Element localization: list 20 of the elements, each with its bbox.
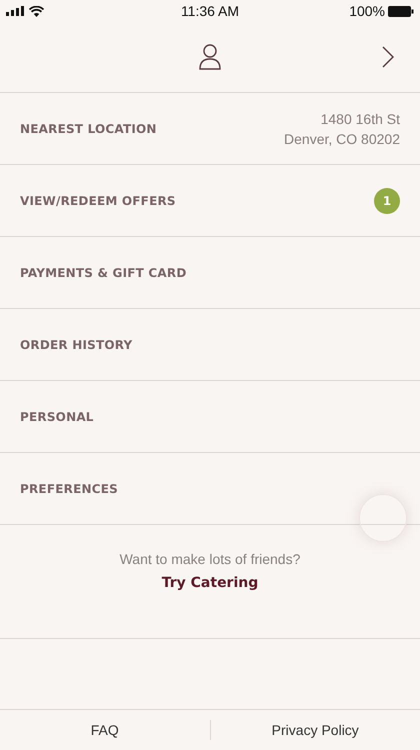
battery-icon <box>388 6 414 16</box>
count-badge: 1 <box>374 188 400 214</box>
catering-link[interactable]: Try Catering <box>162 575 258 591</box>
status-time: 11:36 AM <box>180 3 240 19</box>
menu-item[interactable]: PAYMENTS & GIFT CARD <box>20 266 187 280</box>
battery-percent: 100% <box>349 3 385 19</box>
promo-text: Want to make lots of friends? <box>120 551 300 567</box>
address-line: Denver, CO 80202 <box>284 130 400 148</box>
chevron-right-icon[interactable] <box>382 46 394 68</box>
footer-link[interactable]: Privacy Policy <box>210 722 420 738</box>
signal-icon <box>6 6 24 16</box>
wifi-icon <box>29 6 44 16</box>
menu-item[interactable]: VIEW/REDEEM OFFERS <box>20 194 176 208</box>
menu-item[interactable]: PERSONAL <box>20 410 94 424</box>
menu-item[interactable]: NEAREST LOCATION <box>20 122 157 136</box>
address-line: 1480 16th St <box>320 110 400 128</box>
footer-link[interactable]: FAQ <box>0 722 210 738</box>
user-icon[interactable] <box>199 44 221 70</box>
menu-item[interactable]: PREFERENCES <box>20 482 118 496</box>
menu-item[interactable]: ORDER HISTORY <box>20 338 132 352</box>
